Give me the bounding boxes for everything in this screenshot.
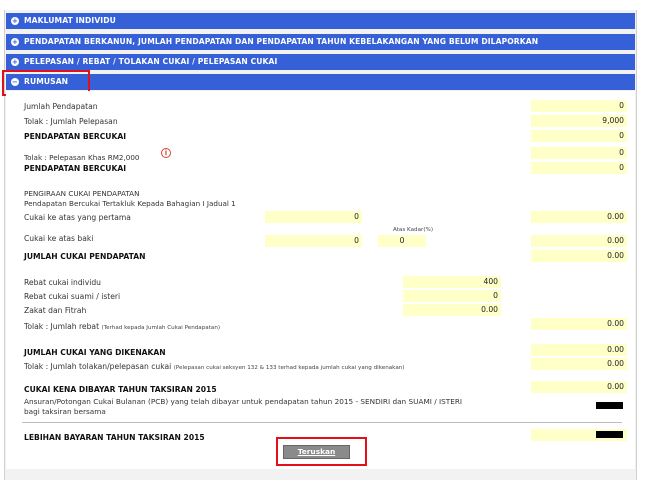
label-rebat-suami-isteri: Rebat cukai suami / isteri bbox=[24, 292, 121, 301]
value-pendapatan-bercukai: 0 bbox=[531, 130, 627, 142]
pengiraan-title: PENGIRAAN CUKAI PENDAPATAN bbox=[24, 189, 140, 198]
section-maklumat-individu[interactable]: + MAKLUMAT INDIVIDU bbox=[6, 13, 635, 29]
value-pendapatan-bercukai-2: 0 bbox=[531, 162, 627, 174]
tolakan-pelepasan-text: Tolak : Jumlah tolakan/pelepasan cukai bbox=[24, 362, 172, 371]
tolak-rebat-text: Tolak : Jumlah rebat bbox=[24, 322, 100, 331]
tolakan-pelepasan-note: (Pelepasan cukai seksyen 132 & 133 terha… bbox=[173, 365, 405, 371]
value-pcb-redacted bbox=[596, 402, 623, 409]
section-pendapatan-berkanun[interactable]: + PENDAPATAN BERKANUN, JUMLAH PENDAPATAN… bbox=[6, 34, 635, 50]
value-jumlah-pendapatan: 0 bbox=[531, 100, 627, 112]
value-tolakan-pelepasan: 0.00 bbox=[531, 358, 627, 370]
value-cukai-baki: 0.00 bbox=[531, 235, 627, 247]
label-zakat: Zakat dan Fitrah bbox=[24, 306, 87, 315]
value-rebat-individu: 400 bbox=[403, 276, 501, 288]
amount-cukai-pertama: 0 bbox=[265, 211, 362, 223]
value-jumlah-cukai-pendapatan: 0.00 bbox=[531, 250, 627, 262]
plus-icon: + bbox=[11, 17, 19, 25]
label-pelepasan-khas: Tolak : Pelepasan Khas RM2,000 bbox=[24, 153, 140, 162]
tolak-rebat-note: (Terhad kepada Jumlah Cukai Pendapatan) bbox=[101, 325, 221, 331]
label-jumlah-pendapatan: Jumlah Pendapatan bbox=[24, 102, 98, 111]
label-jumlah-cukai-pendapatan: JUMLAH CUKAI PENDAPATAN bbox=[24, 252, 146, 261]
value-cukai-pertama: 0.00 bbox=[531, 211, 627, 223]
divider bbox=[22, 422, 622, 423]
plus-icon: + bbox=[11, 38, 19, 46]
label-rebat-individu: Rebat cukai individu bbox=[24, 278, 101, 287]
value-lebihan-redacted bbox=[596, 431, 623, 438]
label-pendapatan-bercukai: PENDAPATAN BERCUKAI bbox=[24, 132, 127, 141]
value-tolak-jumlah-rebat: 0.00 bbox=[531, 318, 627, 330]
section-label: MAKLUMAT INDIVIDU bbox=[24, 16, 116, 25]
plus-icon: + bbox=[11, 58, 19, 66]
label-tolakan-pelepasan: Tolak : Jumlah tolakan/pelepasan cukai (… bbox=[24, 362, 404, 371]
value-cukai-kena-dibayar: 0.00 bbox=[531, 381, 627, 393]
label-cukai-pertama: Cukai ke atas yang pertama bbox=[24, 213, 131, 222]
label-cukai-baki: Cukai ke atas baki bbox=[24, 234, 94, 243]
value-zakat: 0.00 bbox=[403, 304, 501, 316]
pengiraan-subtitle: Pendapatan Bercukai Tertakluk Kepada Bah… bbox=[24, 199, 236, 208]
label-pcb-line2: bagi taksiran bersama bbox=[24, 407, 106, 416]
label-tolak-jumlah-rebat: Tolak : Jumlah rebat (Terhad kepada Juml… bbox=[24, 322, 220, 331]
label-cukai-kena-dibayar: CUKAI KENA DIBAYAR TAHUN TAKSIRAN 2015 bbox=[24, 385, 217, 394]
label-atas-kadar: Atas Kadar(%) bbox=[393, 227, 433, 233]
info-icon[interactable]: i bbox=[161, 148, 171, 158]
section-rumusan[interactable]: − RUMUSAN bbox=[6, 74, 635, 90]
label-pendapatan-bercukai-2: PENDAPATAN BERCUKAI bbox=[24, 164, 127, 173]
value-jumlah-cukai-dikenakan: 0.00 bbox=[531, 344, 627, 356]
value-tolak-jumlah-pelepasan: 9,000 bbox=[531, 115, 627, 127]
teruskan-highlight bbox=[276, 437, 367, 466]
label-pcb-line1: Ansuran/Potongan Cukai Bulanan (PCB) yan… bbox=[24, 397, 463, 406]
section-pelepasan-rebat[interactable]: + PELEPASAN / REBAT / TOLAKAN CUKAI / PE… bbox=[6, 54, 635, 70]
label-jumlah-cukai-dikenakan: JUMLAH CUKAI YANG DIKENAKAN bbox=[24, 348, 166, 357]
section-label: PENDAPATAN BERKANUN, JUMLAH PENDAPATAN D… bbox=[24, 37, 539, 46]
value-rebat-suami-isteri: 0 bbox=[403, 290, 501, 302]
rate-cukai-baki: 0 bbox=[378, 235, 426, 247]
section-label: PELEPASAN / REBAT / TOLAKAN CUKAI / PELE… bbox=[24, 57, 278, 66]
amount-cukai-baki: 0 bbox=[265, 235, 362, 247]
label-lebihan-bayaran: LEBIHAN BAYARAN TAHUN TAKSIRAN 2015 bbox=[24, 433, 205, 442]
value-pelepasan-khas: 0 bbox=[531, 147, 627, 159]
label-tolak-jumlah-pelepasan: Tolak : Jumlah Pelepasan bbox=[24, 117, 118, 126]
